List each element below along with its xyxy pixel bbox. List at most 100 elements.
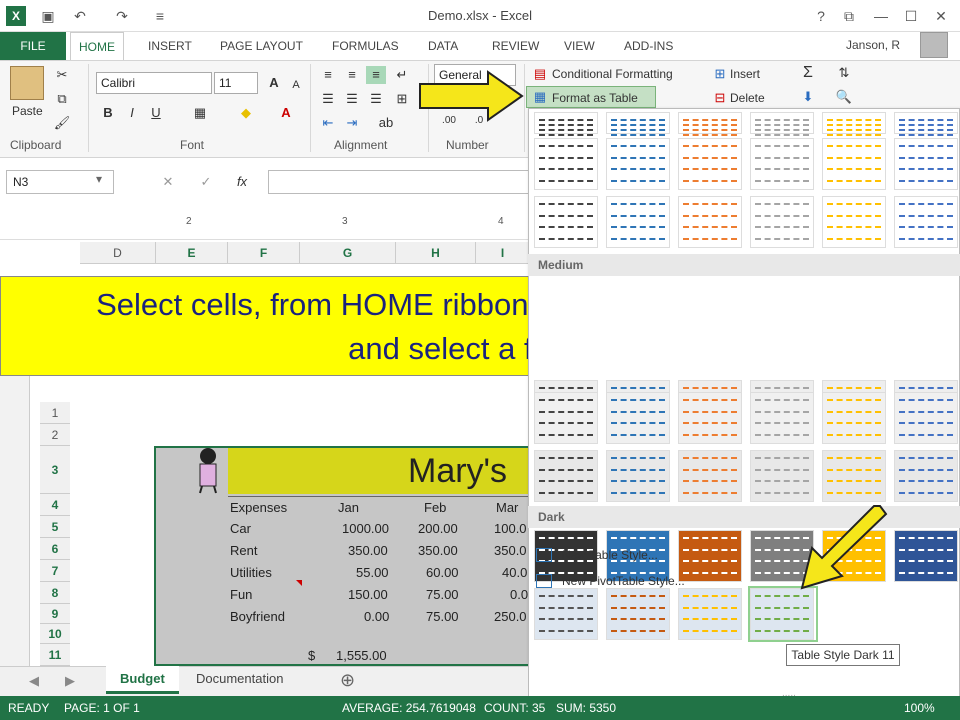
- maximize-button[interactable]: ☐: [898, 6, 924, 26]
- row-label[interactable]: Boyfriend: [230, 609, 285, 624]
- tab-formulas[interactable]: FORMULAS: [324, 32, 407, 60]
- wrap-text-icon[interactable]: ↵: [392, 66, 412, 84]
- save-icon[interactable]: ▣: [38, 7, 58, 25]
- cell-jan[interactable]: 1000.00: [342, 521, 389, 536]
- cell-jan[interactable]: 350.00: [348, 543, 388, 558]
- table-style-light-9[interactable]: [678, 138, 742, 190]
- align-top-icon[interactable]: ≡: [318, 66, 338, 84]
- cell-mar[interactable]: 350.0: [494, 543, 527, 558]
- table-style-medium-18[interactable]: [894, 450, 958, 502]
- row-header[interactable]: 3: [40, 446, 70, 494]
- user-name[interactable]: Janson, R: [846, 38, 900, 52]
- table-style-light-13[interactable]: [534, 196, 598, 248]
- row-header[interactable]: 4: [40, 494, 70, 516]
- conditional-formatting-button[interactable]: Conditional Formatting: [552, 67, 673, 81]
- formula-bar-input[interactable]: [268, 170, 530, 194]
- shrink-font-icon[interactable]: A: [286, 76, 306, 94]
- bold-button[interactable]: B: [98, 104, 118, 122]
- row-header[interactable]: 9: [40, 604, 70, 624]
- avatar[interactable]: [920, 32, 948, 58]
- table-style-medium-8[interactable]: [606, 392, 670, 444]
- table-style-light-5[interactable]: [822, 112, 886, 136]
- merge-center-icon[interactable]: ⊞: [392, 90, 412, 108]
- header-jan[interactable]: Jan: [338, 500, 359, 515]
- row-label[interactable]: Car: [230, 521, 251, 536]
- font-size-input[interactable]: 11: [214, 72, 258, 94]
- align-right-icon[interactable]: ☰: [366, 90, 386, 108]
- column-header-e[interactable]: E: [156, 242, 228, 264]
- comment-indicator-icon[interactable]: [296, 580, 302, 586]
- fill-icon[interactable]: ⬇: [798, 88, 818, 106]
- grow-font-icon[interactable]: A: [264, 74, 284, 92]
- tab-home[interactable]: HOME: [70, 32, 124, 60]
- tab-file[interactable]: FILE: [0, 32, 66, 60]
- paste-icon[interactable]: [10, 66, 44, 100]
- row-header[interactable]: 1: [40, 402, 70, 424]
- sheet-tab-documentation[interactable]: Documentation: [182, 666, 297, 694]
- italic-button[interactable]: I: [122, 104, 142, 122]
- cut-icon[interactable]: ✂: [52, 66, 72, 84]
- fill-color-icon[interactable]: ◆: [236, 104, 256, 122]
- customize-qat-icon[interactable]: ≡: [150, 7, 170, 25]
- next-sheet-icon[interactable]: ▶: [60, 672, 80, 690]
- table-style-light-11[interactable]: [822, 138, 886, 190]
- cell-feb[interactable]: 75.00: [426, 587, 459, 602]
- sheet-tab-budget[interactable]: Budget: [106, 666, 179, 694]
- table-style-light-17[interactable]: [822, 196, 886, 248]
- autosum-icon[interactable]: Σ: [798, 64, 818, 82]
- cell-feb[interactable]: 60.00: [426, 565, 459, 580]
- tab-view[interactable]: VIEW: [556, 32, 603, 60]
- row-header[interactable]: 8: [40, 582, 70, 604]
- cell-mar[interactable]: 40.0: [502, 565, 527, 580]
- table-style-light-10[interactable]: [750, 138, 814, 190]
- tab-page-layout[interactable]: PAGE LAYOUT: [212, 32, 311, 60]
- undo-icon[interactable]: ↶: [70, 7, 90, 25]
- row-header[interactable]: 7: [40, 560, 70, 582]
- row-header[interactable]: 5: [40, 516, 70, 538]
- find-select-icon[interactable]: 🔍: [834, 88, 854, 106]
- align-middle-icon[interactable]: ≡: [342, 66, 362, 84]
- column-header-h[interactable]: H: [396, 242, 476, 264]
- total-value[interactable]: 1,555.00: [336, 648, 387, 663]
- table-style-medium-16[interactable]: [750, 450, 814, 502]
- row-label[interactable]: Fun: [230, 587, 252, 602]
- redo-icon[interactable]: ↷: [112, 7, 132, 25]
- delete-cells-button[interactable]: Delete: [730, 91, 765, 105]
- column-header-d[interactable]: D: [80, 242, 156, 264]
- table-style-light-7[interactable]: [534, 138, 598, 190]
- cell-feb[interactable]: 350.00: [418, 543, 458, 558]
- column-header-i[interactable]: I: [476, 242, 530, 264]
- header-expenses[interactable]: Expenses: [230, 500, 287, 515]
- column-header-f[interactable]: F: [228, 242, 300, 264]
- table-style-medium-10[interactable]: [750, 392, 814, 444]
- table-style-light-6[interactable]: [894, 112, 958, 136]
- table-style-medium-14[interactable]: [606, 450, 670, 502]
- table-style-dark-3[interactable]: [678, 530, 742, 582]
- table-style-light-15[interactable]: [678, 196, 742, 248]
- format-painter-icon[interactable]: 🖌: [52, 114, 72, 132]
- tab-insert[interactable]: INSERT: [140, 32, 200, 60]
- insert-function-icon[interactable]: fx: [232, 173, 252, 191]
- table-style-light-12[interactable]: [894, 138, 958, 190]
- table-style-medium-13[interactable]: [534, 450, 598, 502]
- align-left-icon[interactable]: ☰: [318, 90, 338, 108]
- cell-jan[interactable]: 55.00: [356, 565, 389, 580]
- table-style-light-3[interactable]: [678, 112, 742, 136]
- close-button[interactable]: ✕: [928, 6, 954, 26]
- cell-jan[interactable]: 150.00: [348, 587, 388, 602]
- font-name-input[interactable]: Calibri: [96, 72, 212, 94]
- minimize-button[interactable]: —: [868, 6, 894, 26]
- table-style-medium-7[interactable]: [534, 392, 598, 444]
- table-style-dark-7[interactable]: [534, 588, 598, 640]
- cell-feb[interactable]: 75.00: [426, 609, 459, 624]
- ribbon-display-button[interactable]: ⧉: [836, 6, 862, 26]
- table-style-light-2[interactable]: [606, 112, 670, 136]
- table-style-medium-15[interactable]: [678, 450, 742, 502]
- cell-mar[interactable]: 100.0: [494, 521, 527, 536]
- table-style-dark-9[interactable]: [678, 588, 742, 640]
- row-header[interactable]: 10: [40, 624, 70, 644]
- table-style-light-4[interactable]: [750, 112, 814, 136]
- tab-data[interactable]: DATA: [420, 32, 466, 60]
- column-header-g[interactable]: G: [300, 242, 396, 264]
- table-style-light-1[interactable]: [534, 112, 598, 136]
